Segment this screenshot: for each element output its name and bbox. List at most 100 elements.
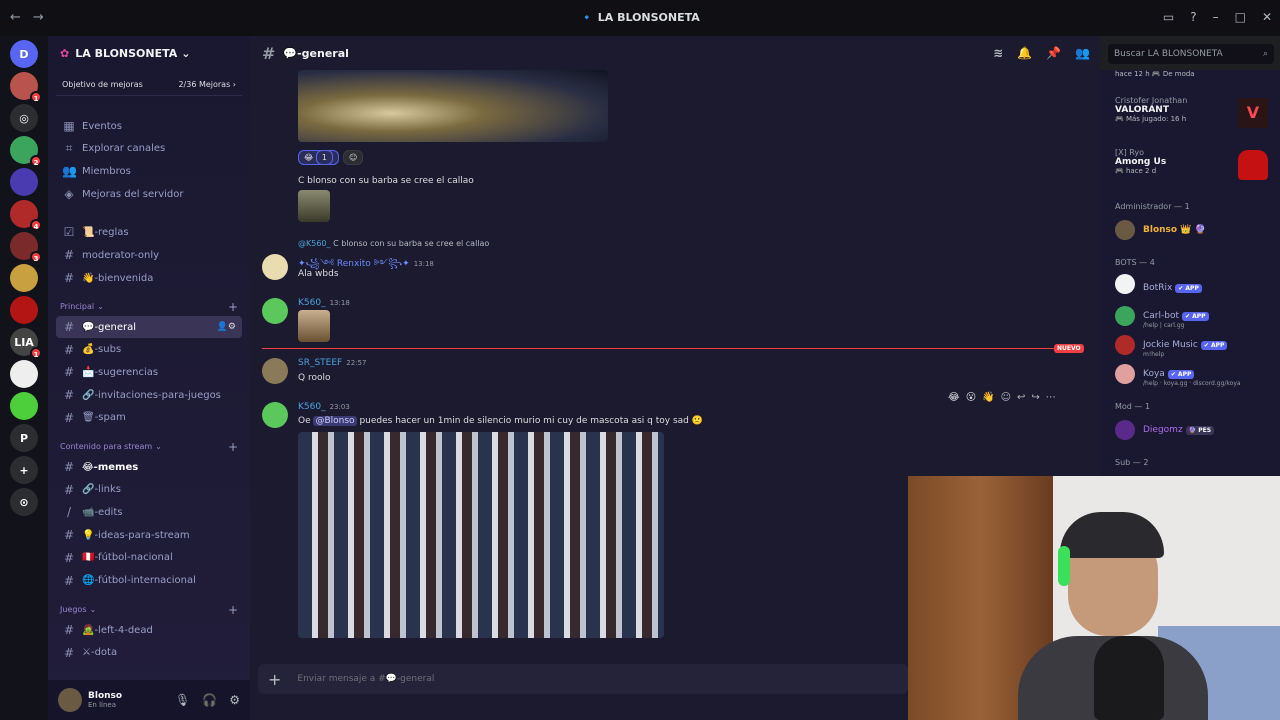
- member-item[interactable]: Carl-bot ✔ APP/help | carl.gg: [1115, 303, 1209, 329]
- emoji-wow-icon[interactable]: 😮: [966, 392, 976, 406]
- member-item[interactable]: Diegomz 🔮 PES: [1115, 420, 1215, 440]
- channel-item[interactable]: # 📩-sugerencias: [56, 361, 242, 383]
- server-icon[interactable]: ◎: [10, 104, 38, 132]
- message-input[interactable]: Enviar mensaje a #💬-general: [297, 674, 434, 684]
- nav-item[interactable]: ◈ Mejoras del servidor: [56, 183, 242, 205]
- avatar: [1115, 274, 1135, 294]
- notification-badge: 2: [30, 155, 42, 167]
- forward-icon[interactable]: ↪: [1031, 392, 1039, 406]
- server-icon[interactable]: [10, 360, 38, 388]
- server-icon[interactable]: 1: [10, 72, 42, 103]
- channel-category[interactable]: Juegos ⌄ +: [60, 603, 238, 617]
- add-reaction-icon[interactable]: ☺: [342, 150, 364, 165]
- server-icon[interactable]: LIA 1: [10, 328, 42, 359]
- close-icon[interactable]: ✕: [1262, 10, 1272, 24]
- notification-badge: 1: [30, 91, 42, 103]
- inbox-icon[interactable]: ▭: [1163, 10, 1174, 24]
- user-panel: Blonso En línea 🎙 🎧 ⚙: [48, 680, 250, 720]
- server-icon[interactable]: P: [10, 424, 38, 452]
- minimize-icon[interactable]: –: [1213, 10, 1219, 24]
- channel-item[interactable]: # 👋-bienvenida: [56, 267, 242, 289]
- gear-icon[interactable]: ⚙: [229, 693, 240, 707]
- avatar[interactable]: [58, 688, 82, 712]
- bell-icon[interactable]: 🔔: [1017, 46, 1032, 60]
- avatar[interactable]: [262, 298, 288, 324]
- search-input[interactable]: Buscar LA BLONSONETA ⌕: [1108, 44, 1274, 64]
- emoji-laugh-icon[interactable]: 😂: [948, 392, 960, 406]
- threads-icon[interactable]: ≋: [993, 46, 1003, 60]
- headset: [1058, 546, 1070, 586]
- activity-card[interactable]: [X] Ryo Among Us 🎮 hace 2 d: [1115, 148, 1166, 175]
- add-reaction-icon[interactable]: ☺: [1001, 392, 1011, 406]
- help-icon[interactable]: ?: [1190, 10, 1196, 24]
- message-image[interactable]: [298, 310, 330, 342]
- channel-item[interactable]: # 💬-general 👤⚙: [56, 316, 242, 338]
- emoji-hand-icon[interactable]: 👋: [982, 392, 994, 406]
- server-icon[interactable]: [10, 168, 38, 196]
- avatar[interactable]: [262, 358, 288, 384]
- channel-item[interactable]: # 😂-memes: [56, 456, 242, 478]
- nav-item[interactable]: ⌗ Explorar canales: [56, 138, 242, 160]
- channel-item[interactable]: # moderator-only: [56, 244, 242, 266]
- channel-settings-icon[interactable]: 👤⚙: [217, 322, 236, 332]
- activity-card[interactable]: Cristofer Jonathan VALORANT 🎮 Más jugado…: [1115, 96, 1187, 123]
- server-icon[interactable]: 2: [10, 136, 42, 167]
- message-image[interactable]: [298, 70, 608, 142]
- server-icon[interactable]: [10, 264, 38, 292]
- message-text: Q roolo: [298, 373, 331, 383]
- channel-item[interactable]: # 🔗-links: [56, 479, 242, 501]
- member-item[interactable]: Koya ✔ APP/help · koya.gg · discord.gg/ko…: [1115, 361, 1241, 387]
- avatar[interactable]: [262, 254, 288, 280]
- more-icon[interactable]: ⋯: [1046, 392, 1056, 406]
- server-icon[interactable]: [10, 296, 38, 324]
- channel-item[interactable]: / 📹-edits: [56, 501, 242, 523]
- add-channel-icon[interactable]: +: [228, 300, 238, 314]
- notification-badge: 4: [30, 219, 42, 231]
- reaction-laugh[interactable]: 😂 1: [298, 150, 339, 165]
- server-icon[interactable]: D: [10, 40, 38, 68]
- server-header[interactable]: ✿ LA BLONSONETA ⌄ 👤: [48, 36, 290, 70]
- notification-badge: 1: [30, 347, 42, 359]
- channel-category[interactable]: Contenido para stream ⌄ +: [60, 440, 238, 454]
- avatar[interactable]: [262, 402, 288, 428]
- member-item[interactable]: Jockie Music ✔ APP m!help: [1115, 332, 1228, 358]
- member-item[interactable]: Blonso 👑 🔮: [1115, 220, 1206, 240]
- chevron-down-icon: ⌄: [155, 442, 162, 451]
- channel-item[interactable]: # ⚔-dota: [56, 642, 242, 664]
- channel-item[interactable]: # 🔗-invitaciones-para-juegos: [56, 384, 242, 406]
- channel-item[interactable]: # 🧟-left-4-dead: [56, 619, 242, 641]
- server-icon[interactable]: 4: [10, 200, 42, 231]
- member-item[interactable]: BotRix ✔ APP: [1115, 274, 1202, 294]
- channel-item[interactable]: # 🇵🇪-fútbol-nacional: [56, 547, 242, 569]
- channel-category[interactable]: Principal ⌄ +: [60, 300, 238, 314]
- channel-item[interactable]: # 🌐-fútbol-internacional: [56, 570, 242, 592]
- channel-item[interactable]: ☑ 📜-reglas: [56, 221, 242, 243]
- attach-plus-icon[interactable]: +: [268, 670, 281, 689]
- member-list-icon[interactable]: 👥: [1075, 46, 1090, 60]
- add-channel-icon[interactable]: +: [228, 603, 238, 617]
- nav-item[interactable]: 👥 Miembros: [56, 160, 242, 182]
- user-mention[interactable]: @Blonso: [313, 416, 357, 426]
- channel-item[interactable]: # 💡-ideas-para-stream: [56, 524, 242, 546]
- maximize-icon[interactable]: □: [1235, 10, 1246, 24]
- channel-item[interactable]: # 💰-subs: [56, 339, 242, 361]
- server-icon[interactable]: ⊙: [10, 488, 38, 516]
- boost-goal[interactable]: Objetivo de mejoras 2/36 Mejoras ›: [56, 74, 242, 96]
- nav-item[interactable]: ▦ Eventos: [56, 115, 242, 137]
- reply-icon[interactable]: ↩: [1017, 392, 1025, 406]
- pin-icon[interactable]: 📌: [1046, 46, 1061, 60]
- headphones-icon[interactable]: 🎧: [202, 693, 217, 707]
- username: Blonso: [88, 691, 123, 701]
- message-author[interactable]: SR_STEEF 22:57: [298, 358, 366, 368]
- reply-preview[interactable]: @K560_ C blonso con su barba se cree el …: [298, 239, 489, 248]
- server-icon[interactable]: [10, 392, 38, 420]
- channel-item[interactable]: # 🗑-spam: [56, 407, 242, 429]
- message-author[interactable]: K560_ 13:18: [298, 298, 350, 308]
- microphone-icon[interactable]: 🎙: [175, 693, 190, 707]
- add-channel-icon[interactable]: +: [228, 440, 238, 454]
- message-author[interactable]: K560_ 23:03: [298, 402, 350, 412]
- message-image[interactable]: [298, 432, 664, 638]
- server-icon[interactable]: 3: [10, 232, 42, 263]
- message-image[interactable]: [298, 190, 330, 222]
- server-icon[interactable]: +: [10, 456, 38, 484]
